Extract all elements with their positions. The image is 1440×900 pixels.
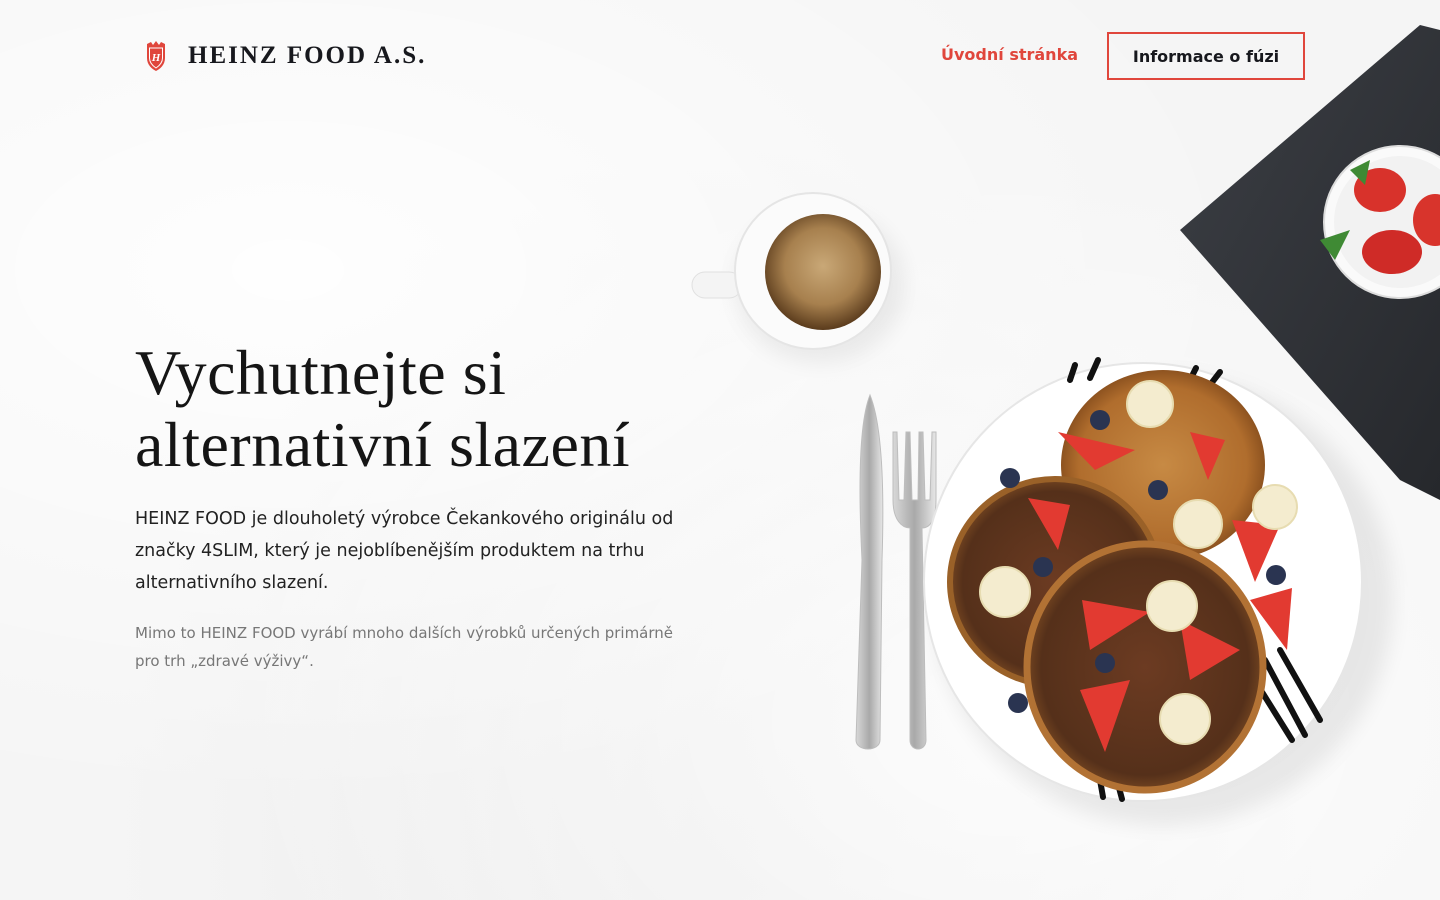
shield-monogram-icon: H: [147, 41, 165, 71]
brand-logo[interactable]: H HEINZ FOOD A.S.: [145, 40, 426, 72]
hero-title: Vychutnejte si alternativní slazení: [135, 337, 735, 481]
hero-title-line2: alternativní slazení: [135, 409, 631, 480]
breakfast-pancakes-image: [691, 25, 1440, 825]
hero-lead-paragraph: HEINZ FOOD je dlouholetý výrobce Čekanko…: [135, 509, 674, 593]
hero-sub-paragraph: Mimo to HEINZ FOOD vyrábí mnoho dalších …: [135, 624, 674, 670]
svg-text:H: H: [151, 52, 161, 64]
hero-title-line1: Vychutnejte si: [135, 337, 507, 408]
knife: [855, 393, 884, 750]
brand-name: HEINZ FOOD A.S.: [188, 42, 427, 69]
pancake-bottom: [1023, 540, 1267, 794]
